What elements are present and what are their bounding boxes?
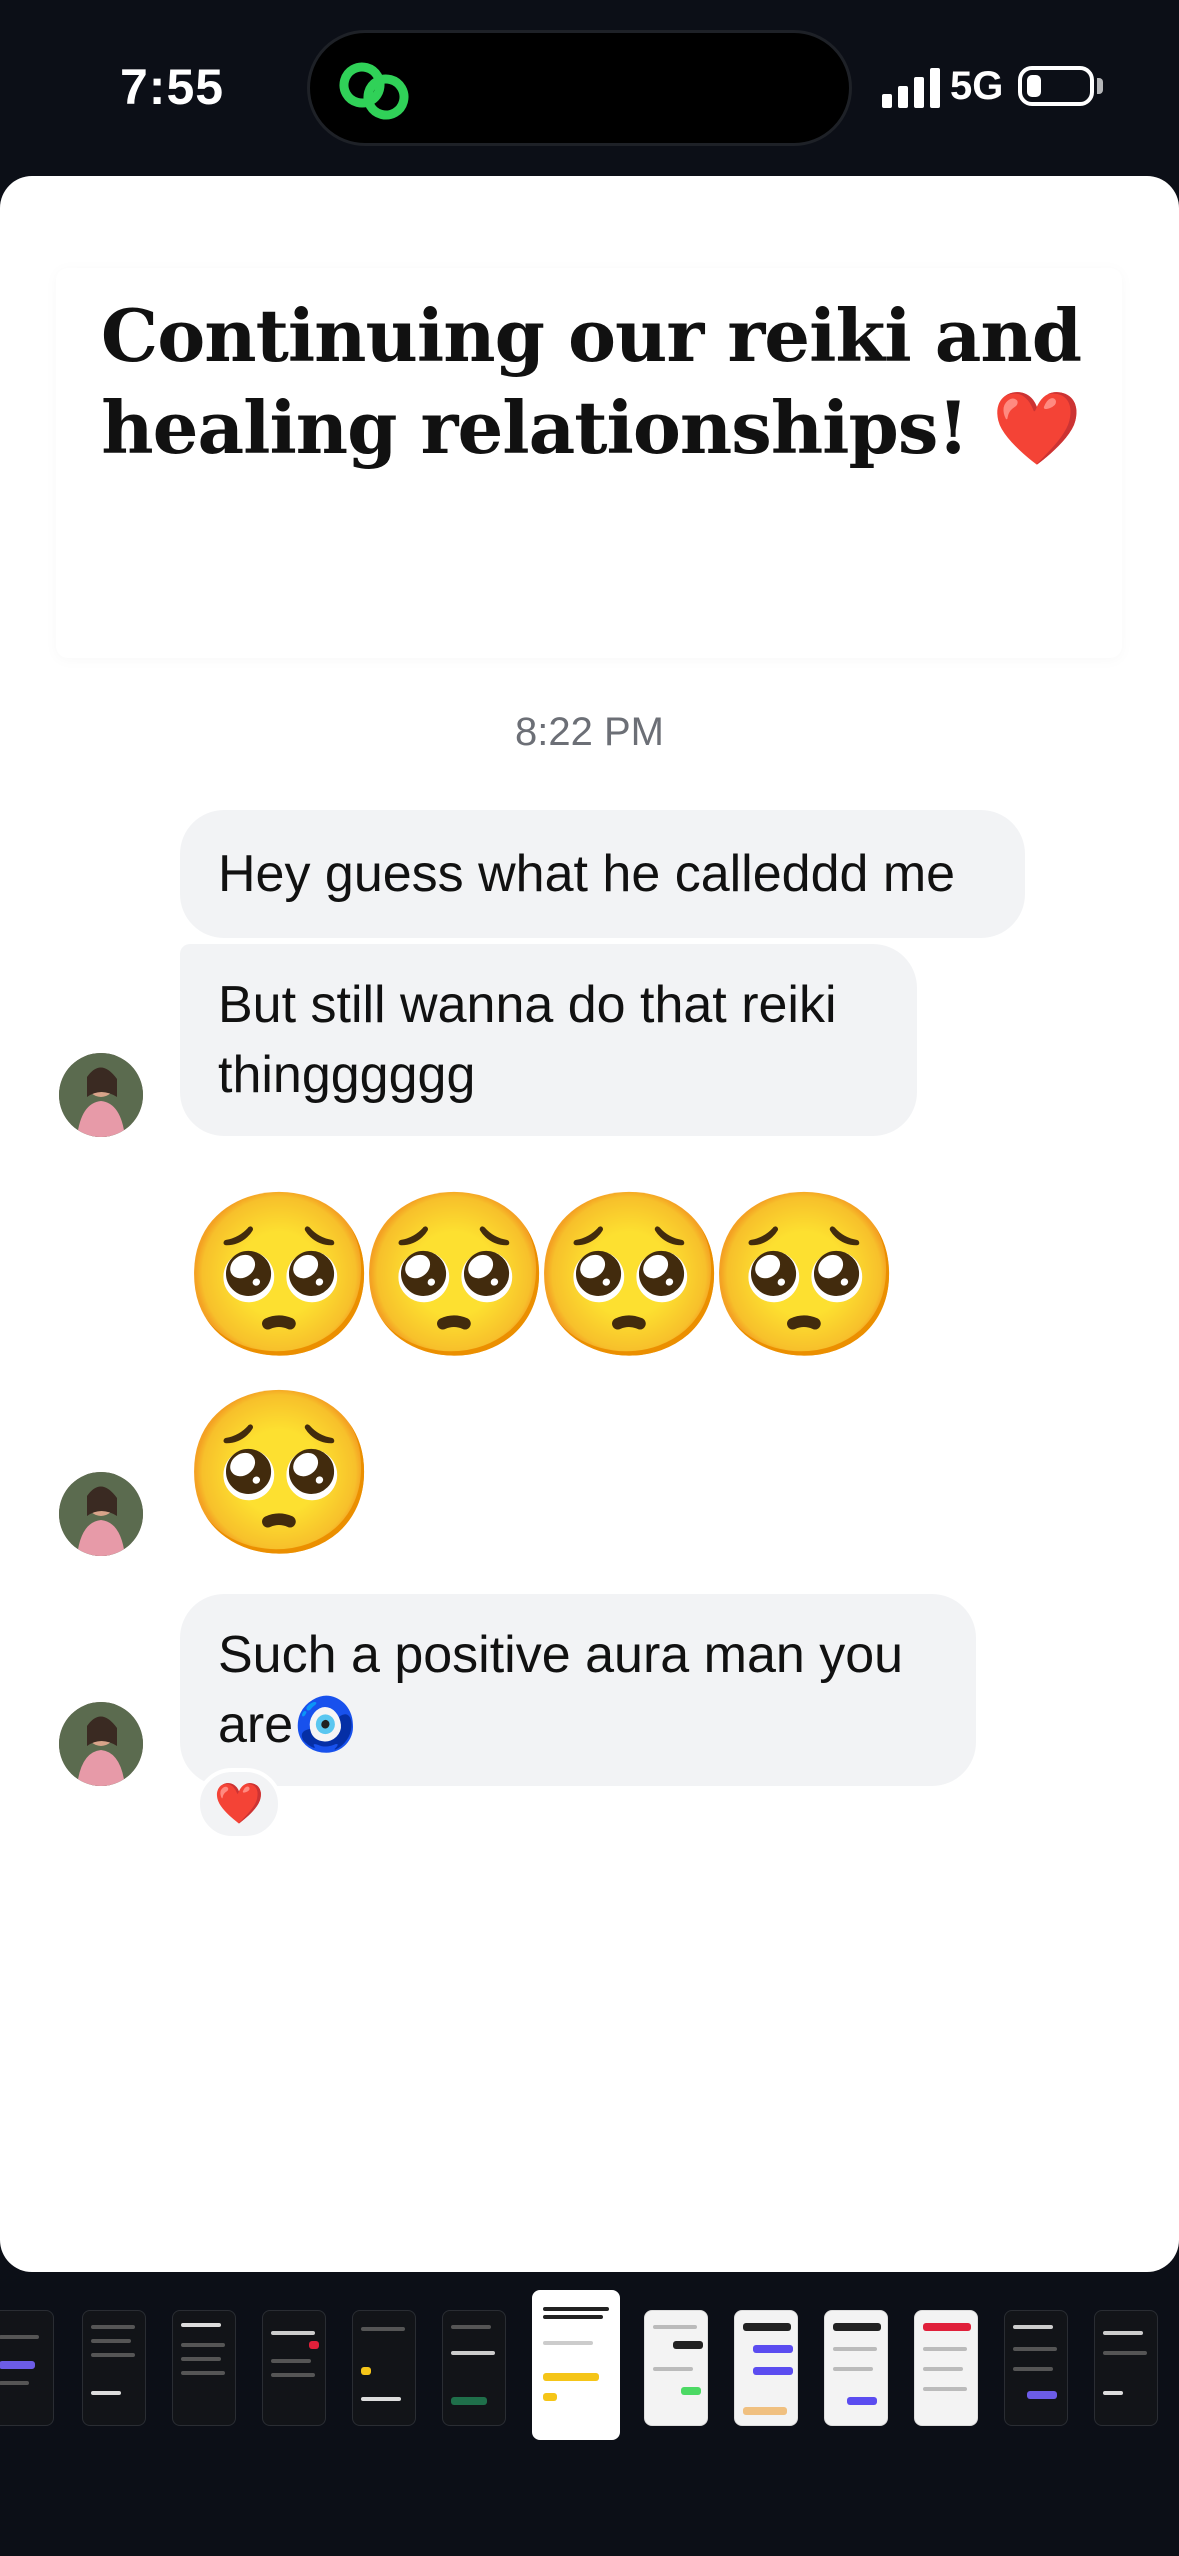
- thumbnail[interactable]: [734, 2310, 798, 2426]
- pleading-face-emoji: 🥺: [530, 1185, 730, 1364]
- network-label: 5G: [950, 64, 1004, 108]
- message-bubble: But still wanna do that reiki thingggggg: [180, 944, 917, 1136]
- battery-tip: [1097, 78, 1103, 94]
- thumbnail[interactable]: [914, 2310, 978, 2426]
- thumbnail-active[interactable]: [532, 2290, 620, 2440]
- link-icon: [339, 62, 409, 120]
- emoji-message: 🥺: [180, 1383, 380, 1562]
- dynamic-island[interactable]: [307, 30, 852, 146]
- message-timestamp: 8:22 PM: [515, 710, 664, 754]
- heart-reaction[interactable]: ❤️: [196, 1768, 282, 1840]
- thumbnail[interactable]: [1004, 2310, 1068, 2426]
- pleading-face-emoji: 🥺: [355, 1185, 555, 1364]
- thumbnail[interactable]: [352, 2310, 416, 2426]
- message-bubble: Hey guess what he calleddd me: [180, 810, 1025, 938]
- thumbnail[interactable]: [824, 2310, 888, 2426]
- thumbnail[interactable]: [644, 2310, 708, 2426]
- pleading-face-emoji: 🥺: [705, 1185, 905, 1364]
- thumbnail[interactable]: [82, 2310, 146, 2426]
- status-time: 7:55: [120, 59, 225, 115]
- avatar[interactable]: [59, 1702, 143, 1786]
- thumbnail[interactable]: [442, 2310, 506, 2426]
- thumbnail[interactable]: [172, 2310, 236, 2426]
- avatar[interactable]: [59, 1472, 143, 1556]
- screen: { "status_bar": { "time": "7:55", "netwo…: [0, 0, 1179, 2556]
- thumbnail-strip: [0, 2290, 1179, 2450]
- battery-icon: [1018, 66, 1094, 106]
- pleading-face-emoji: 🥺: [180, 1383, 380, 1562]
- post-title: Continuing our reiki and healing relatio…: [100, 293, 1082, 470]
- thumbnail[interactable]: [1094, 2310, 1158, 2426]
- pleading-face-emoji: 🥺: [180, 1185, 380, 1364]
- avatar[interactable]: [59, 1053, 143, 1137]
- thumbnail[interactable]: [262, 2310, 326, 2426]
- emoji-message: 🥺🥺🥺🥺: [180, 1185, 905, 1364]
- signal-icon: [882, 68, 940, 108]
- thumbnail[interactable]: [0, 2310, 54, 2426]
- message-bubble: Such a positive aura man you are🧿: [180, 1594, 976, 1786]
